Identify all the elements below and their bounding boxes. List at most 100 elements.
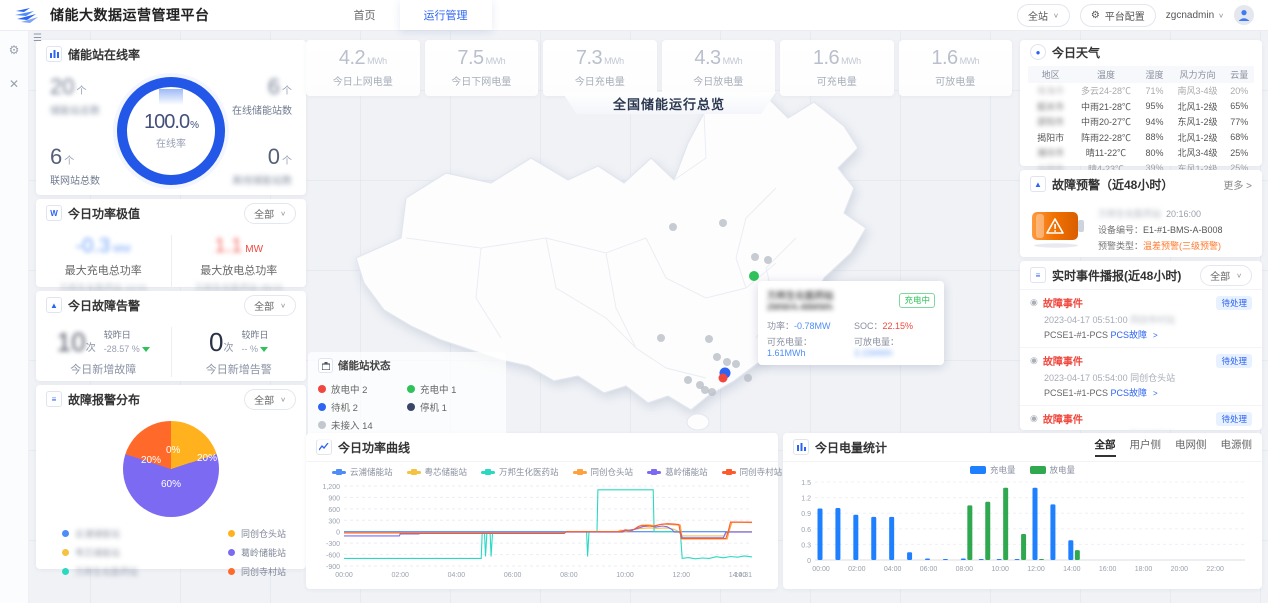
station-dot-charging[interactable] — [749, 271, 759, 281]
stat-card-label: 可充电量 — [780, 73, 894, 88]
curve-legend-item[interactable]: 粤芯储能站 — [407, 466, 468, 478]
station-dot-unconnected[interactable] — [713, 353, 721, 361]
station-dot-discharging[interactable] — [719, 374, 728, 383]
curve-legend-label: 同创寺村站 — [740, 466, 783, 478]
fault-link[interactable]: PCS故障 — [1111, 388, 1148, 398]
arrow-right-icon[interactable]: > — [1153, 331, 1158, 340]
station-dot-unconnected[interactable] — [723, 358, 731, 366]
svg-text:0.9: 0.9 — [801, 511, 811, 518]
arrow-right-icon[interactable]: > — [1153, 389, 1158, 398]
energy-tab-用户侧[interactable]: 用户侧 — [1130, 437, 1162, 457]
station-dot-unconnected[interactable] — [705, 335, 713, 343]
energy-tab-全部[interactable]: 全部 — [1095, 437, 1116, 457]
svg-text:1.2: 1.2 — [801, 496, 811, 503]
weather-row: 揭阳市阵雨22-28℃88%北风1-2级68% — [1028, 130, 1254, 146]
charge-bar — [997, 559, 1002, 560]
user-menu[interactable]: zgcnadmin ∨ — [1166, 10, 1224, 21]
station-dot-unconnected[interactable] — [719, 219, 727, 227]
avatar[interactable] — [1234, 5, 1254, 25]
chevron-down-icon: ∨ — [1053, 11, 1059, 18]
power-curve-chart[interactable]: 1,2009006003000-300-600-90000:0002:0004:… — [306, 478, 778, 585]
panel-online-rate: 储能站在线率 20个 储能站总数 6个 在线储能站数 6个 联网站总数 0个 离… — [36, 40, 306, 195]
energy-bar-chart[interactable]: 00.30.60.91.21.500:0002:0004:0006:0008:0… — [783, 476, 1262, 579]
status-dot-icon — [318, 421, 326, 429]
tab-operation[interactable]: 运行管理 — [400, 0, 492, 30]
station-dot-unconnected[interactable] — [657, 334, 665, 342]
svg-text:10:00: 10:00 — [616, 572, 634, 579]
panel-energy-stats: 今日电量统计 全部用户侧电网侧电源侧 充电量放电量 00.30.60.91.21… — [783, 433, 1262, 589]
fault-distribution-pie[interactable]: 20%60%20%0% — [123, 421, 219, 517]
dashboard-page: 储能大数据运营管理平台 首页 运行管理 全站 ∨ ⚙ 平台配置 zgcnadmi… — [0, 0, 1268, 603]
power-extreme-filter[interactable]: 全部∨ — [244, 203, 296, 224]
svg-text:0: 0 — [807, 558, 811, 565]
stat-value: 20 — [50, 74, 74, 99]
status-label: 充电中 1 — [420, 382, 456, 396]
event-device: PCSE1-#1-PCS — [1044, 388, 1111, 398]
unit: 次 — [86, 343, 96, 354]
settings-icon[interactable]: ⚙ — [9, 44, 20, 56]
curve-legend-item[interactable]: 葛岭储能站 — [647, 466, 708, 478]
fault-link[interactable]: PCS故障 — [1111, 330, 1148, 340]
weather-header-row: 地区温度湿度风力方向云量 — [1028, 66, 1254, 83]
curve-legend-item[interactable]: 云浦储能站 — [332, 466, 393, 478]
tooltip-value: -0.78MW — [794, 321, 831, 331]
value: 10 — [57, 327, 86, 357]
legend-mark-icon — [722, 471, 736, 474]
pie-slice-label: 20% — [197, 453, 217, 464]
site-selector[interactable]: 全站 ∨ — [1017, 4, 1070, 27]
curve-legend-item[interactable]: 万邦生化医药站 — [481, 466, 559, 478]
pie-slice-label: 20% — [141, 455, 161, 466]
panel-fault-distribution: ≡ 故障报警分布 全部∨ 20%60%20%0% 云浦储能站粤芯储能站万邦生化医… — [36, 385, 306, 569]
tab-home[interactable]: 首页 — [330, 0, 400, 30]
station-dot-unconnected[interactable] — [701, 386, 709, 394]
curve-legend-item[interactable]: 同创仓头站 — [573, 466, 634, 478]
more-link[interactable]: 更多 > — [1223, 177, 1252, 192]
fault-dist-filter[interactable]: 全部∨ — [244, 389, 296, 410]
energy-tab-电源侧[interactable]: 电源侧 — [1221, 437, 1253, 457]
svg-text:08:00: 08:00 — [956, 566, 974, 573]
energy-tab-电网侧[interactable]: 电网侧 — [1175, 437, 1207, 457]
stat-card-unit: MWh — [486, 56, 506, 66]
charge-bar — [1015, 559, 1020, 560]
compare-value: -- % — [241, 344, 258, 354]
type-label: 预警类型： — [1098, 241, 1143, 251]
svg-text:22:00: 22:00 — [1206, 566, 1224, 573]
station-dot-unconnected[interactable] — [764, 256, 772, 264]
event-device-row: PCSE1-#1-PCS PCS故障 > — [1044, 386, 1252, 399]
station-dot-unconnected[interactable] — [751, 253, 759, 261]
pending-badge: 待处理 — [1216, 296, 1252, 310]
curve-legend-item[interactable]: 同创寺村站 — [722, 466, 783, 478]
bar-legend-item[interactable]: 充电量 — [970, 464, 1016, 476]
event-item[interactable]: ◉故障事件待处理2023-04-17 11:15:00 葛岭储能站PCSE1-#… — [1020, 406, 1262, 430]
station-dot-unconnected[interactable] — [744, 374, 752, 382]
station-dot-unconnected[interactable] — [708, 388, 716, 396]
panel-power-extreme: W 今日功率极值 全部∨ -0.3MW 最大充电总功率 万邦生化医药站 12:0… — [36, 199, 306, 287]
event-item[interactable]: ◉故障事件待处理2023-04-17 05:54:00 同创仓头站PCSE1-#… — [1020, 348, 1262, 406]
bar-legend-label: 充电量 — [990, 464, 1016, 476]
event-item[interactable]: ◉故障事件待处理2023-04-17 05:51:00 同创寺村站PCSE1-#… — [1020, 290, 1262, 348]
close-icon[interactable]: ✕ — [9, 78, 19, 90]
station-dot-unconnected[interactable] — [732, 360, 740, 368]
weather-cell: 80% — [1139, 148, 1171, 158]
label: 今日新增告警 — [172, 361, 307, 377]
events-filter[interactable]: 全部∨ — [1200, 265, 1252, 286]
map-title: 全国储能运行总览 — [613, 94, 725, 113]
warning-type: 温差预警(三级预警) — [1143, 241, 1221, 251]
line-chart-icon — [316, 439, 332, 455]
stat-card-label: 今日放电量 — [662, 73, 776, 88]
svg-text:08:00: 08:00 — [560, 572, 578, 579]
station-dot-unconnected[interactable] — [684, 376, 692, 384]
weather-cell: 潍坊市 — [1028, 146, 1073, 159]
platform-config-button[interactable]: ⚙ 平台配置 — [1080, 4, 1156, 27]
bar-chart-icon — [793, 439, 809, 455]
fault-today-filter[interactable]: 全部∨ — [244, 295, 296, 316]
event-timestamp: 2023-04-17 05:54:00 — [1044, 373, 1130, 383]
station-dot-unconnected[interactable] — [669, 223, 677, 231]
list-icon: ≡ — [46, 391, 62, 407]
legend-dot-icon — [62, 530, 69, 537]
collapse-panel-icon[interactable]: ☰ — [33, 33, 42, 44]
event-time: 2023-04-17 11:15:00 葛岭储能站 — [1044, 429, 1252, 430]
bar-legend-item[interactable]: 放电量 — [1030, 464, 1076, 476]
discharge-bar — [1003, 488, 1008, 560]
gear-icon: ⚙ — [1091, 10, 1100, 21]
